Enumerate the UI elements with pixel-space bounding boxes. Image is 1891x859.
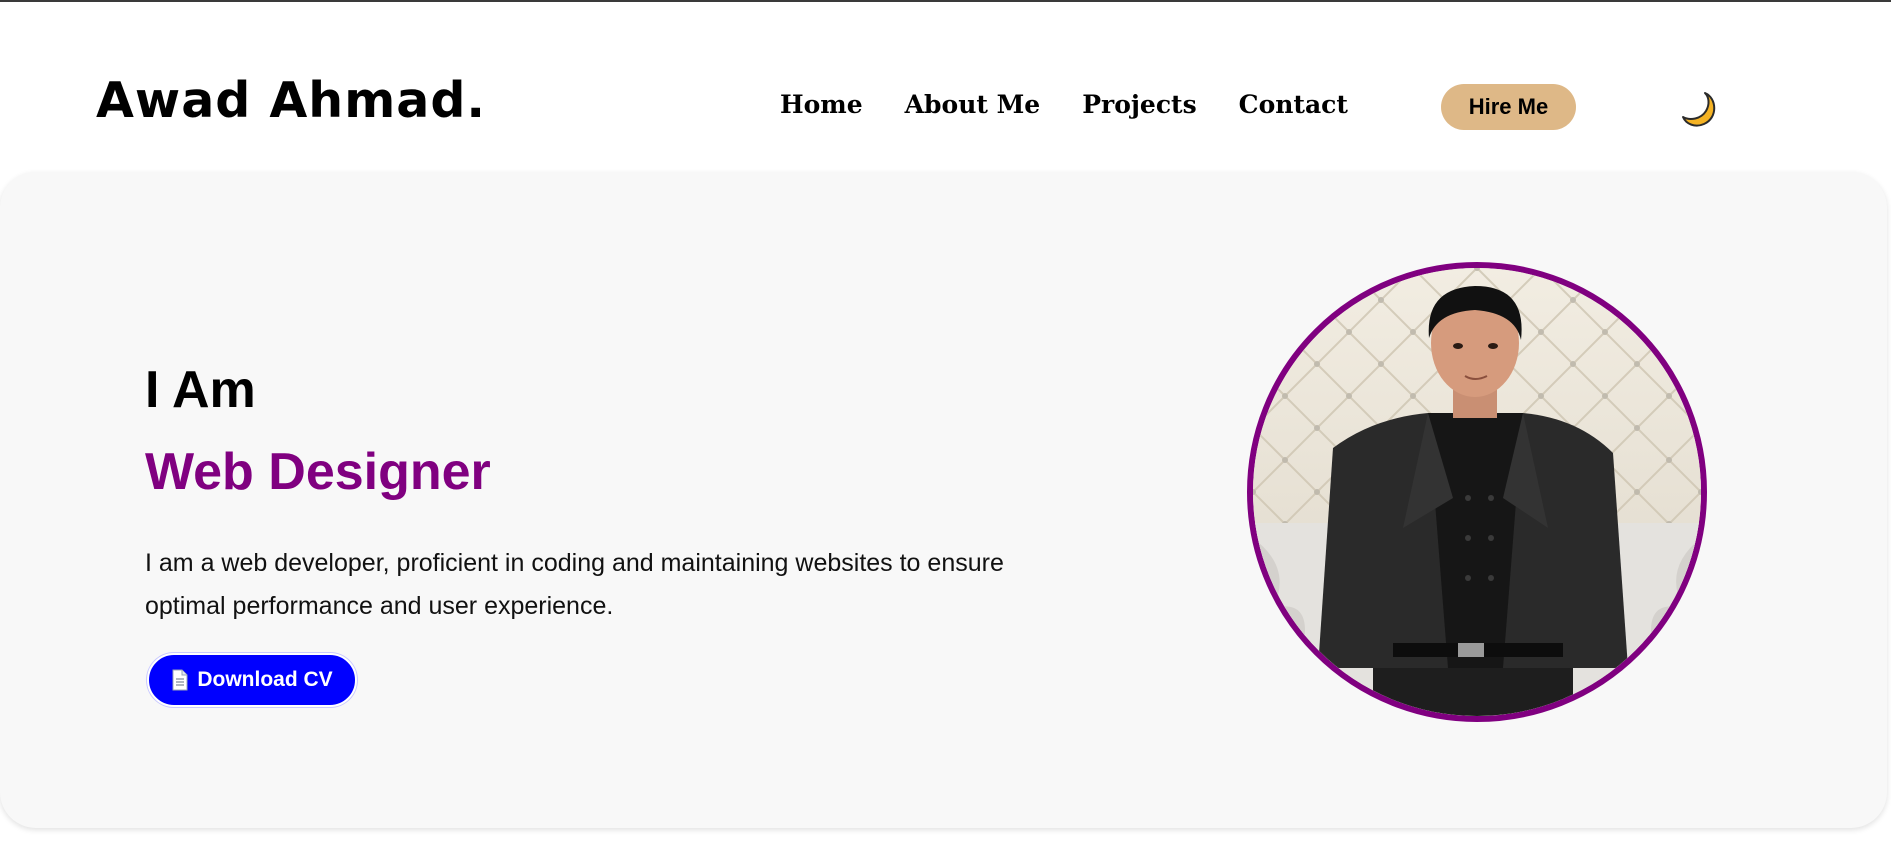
hero-eyebrow: I Am [145, 361, 256, 419]
navbar: Awad Ahmad. Home About Me Projects Conta… [0, 2, 1891, 172]
nav-link-about-me[interactable]: About Me [905, 90, 1041, 119]
nav-link-home[interactable]: Home [780, 90, 863, 119]
profile-photo-illustration [1253, 268, 1701, 716]
download-cv-label: Download CV [197, 668, 333, 691]
profile-photo [1247, 262, 1707, 722]
download-cv-button[interactable]: Download CV [147, 653, 357, 707]
crescent-moon-icon [1682, 92, 1716, 127]
brand-logo[interactable]: Awad Ahmad. [96, 72, 486, 129]
hero-role-title: Web Designer [145, 443, 491, 501]
nav-link-contact[interactable]: Contact [1239, 90, 1348, 119]
nav-link-projects[interactable]: Projects [1082, 90, 1196, 119]
nav-links: Home About Me Projects Contact [780, 90, 1348, 119]
hire-me-button[interactable]: Hire Me [1441, 84, 1576, 130]
hero-section: I Am Web Designer I am a web developer, … [0, 172, 1887, 828]
hero-description: I am a web developer, proficient in codi… [145, 549, 1004, 620]
document-icon [172, 669, 188, 691]
theme-toggle-button[interactable] [1678, 88, 1722, 132]
